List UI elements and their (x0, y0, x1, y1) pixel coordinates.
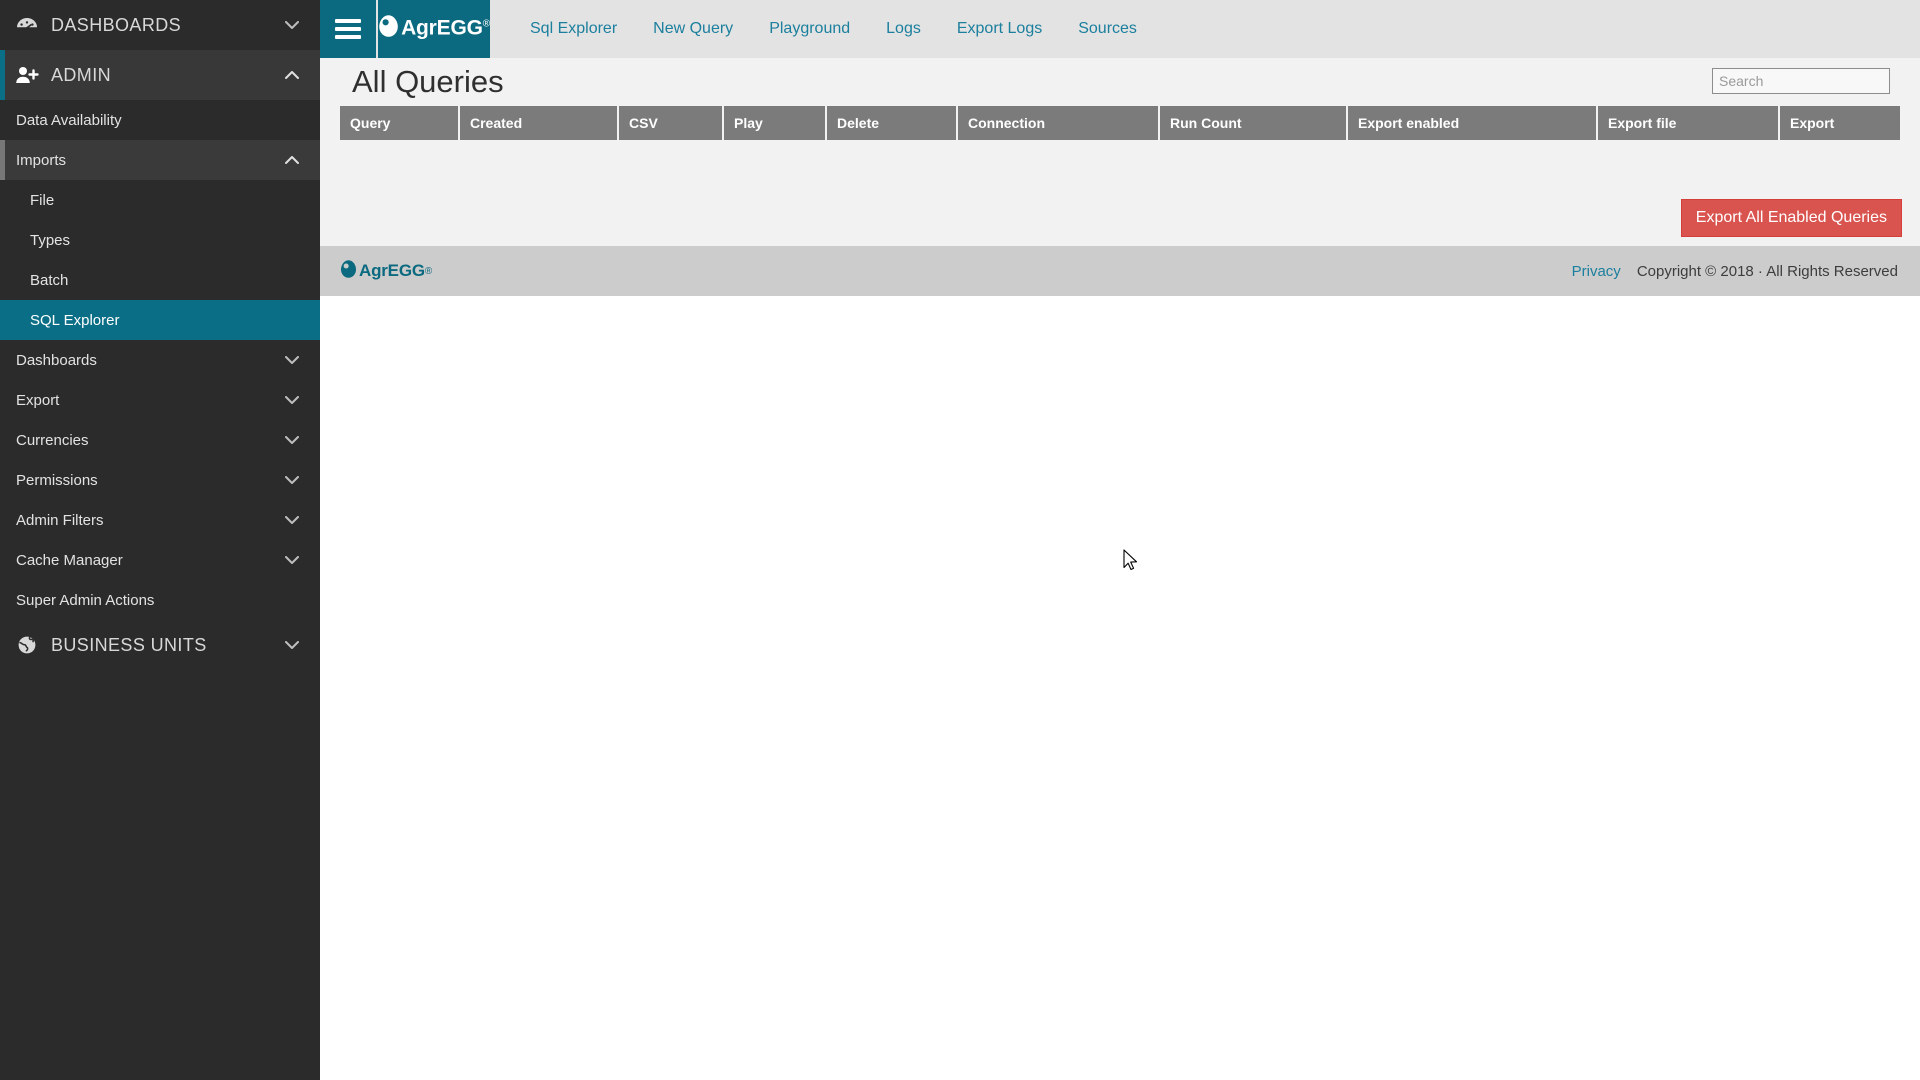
sidebar-item-label: Imports (16, 151, 67, 169)
hamburger-menu-button[interactable] (320, 0, 378, 58)
chevron-down-icon (282, 510, 302, 530)
chevron-down-icon (282, 15, 302, 35)
table-header-row: Query Created CSV Play Delete Connection… (340, 106, 1900, 140)
page-header: All Queries (320, 58, 1920, 106)
footer-registered-mark: ® (424, 265, 433, 277)
sidebar-item-label: Currencies (16, 431, 89, 449)
search-input[interactable] (1712, 68, 1890, 94)
sidebar-subitem-batch[interactable]: Batch (0, 260, 320, 300)
sidebar-section-label: DASHBOARDS (51, 14, 182, 35)
sidebar-section-label: ADMIN (51, 64, 111, 85)
globe-icon (14, 634, 40, 656)
sidebar-item-currencies[interactable]: Currencies (0, 420, 320, 460)
active-section-accent (0, 50, 5, 100)
chevron-up-icon (282, 65, 302, 85)
action-row: Export All Enabled Queries (320, 190, 1920, 246)
dashboard-icon (14, 14, 40, 36)
nav-link-sql-explorer[interactable]: Sql Explorer (512, 0, 635, 58)
sidebar-item-label: Export (16, 391, 60, 409)
main-content: All Queries Query Created CSV Play Delet… (320, 58, 1920, 1080)
page-title: All Queries (352, 64, 504, 99)
sidebar-item-imports[interactable]: Imports (0, 140, 320, 180)
queries-table-body (340, 140, 1900, 190)
footer-privacy-link[interactable]: Privacy (1572, 263, 1621, 280)
chevron-down-icon (282, 635, 302, 655)
brand-name: AgrEGG (401, 16, 483, 40)
sidebar-subitem-types[interactable]: Types (0, 220, 320, 260)
content-pane: All Queries Query Created CSV Play Delet… (320, 58, 1920, 246)
sidebar-section-label: BUSINESS UNITS (51, 634, 207, 655)
footer-copyright: Copyright © 2018 · All Rights Reserved (1636, 262, 1898, 280)
chevron-down-icon (282, 550, 302, 570)
sidebar-subitem-label: Batch (30, 271, 69, 289)
chevron-down-icon (282, 390, 302, 410)
egg-icon (340, 259, 357, 284)
column-header-connection[interactable]: Connection (958, 106, 1158, 140)
sidebar-item-dashboards[interactable]: Dashboards (0, 340, 320, 380)
column-header-export-file[interactable]: Export file (1598, 106, 1778, 140)
column-header-run-count[interactable]: Run Count (1160, 106, 1346, 140)
sidebar-item-label: Data Availability (16, 111, 122, 129)
nav-link-export-logs[interactable]: Export Logs (939, 0, 1060, 58)
footer-brand: AgrEGG ® (340, 259, 432, 284)
brand-logo-button[interactable]: AgrEGG® (378, 0, 490, 58)
nav-link-new-query[interactable]: New Query (635, 0, 751, 58)
sidebar-item-label: Admin Filters (16, 511, 104, 529)
sidebar-item-permissions[interactable]: Permissions (0, 460, 320, 500)
chevron-up-icon (282, 150, 302, 170)
sidebar-section-dashboards[interactable]: DASHBOARDS (0, 0, 320, 50)
column-header-csv[interactable]: CSV (619, 106, 722, 140)
sidebar-subitem-file[interactable]: File (0, 180, 320, 220)
hamburger-icon (335, 15, 361, 43)
queries-table-wrapper: Query Created CSV Play Delete Connection… (320, 106, 1920, 190)
brand-logo: AgrEGG® (378, 14, 490, 44)
nav-link-logs[interactable]: Logs (868, 0, 939, 58)
sidebar-item-data-availability[interactable]: Data Availability (0, 100, 320, 140)
sidebar-subitem-label: SQL Explorer (30, 311, 120, 329)
sidebar-item-super-admin-actions[interactable]: Super Admin Actions (0, 580, 320, 620)
chevron-down-icon (282, 350, 302, 370)
sidebar-item-label: Permissions (16, 471, 98, 489)
brand-registered-mark: ® (482, 18, 490, 30)
queries-table: Query Created CSV Play Delete Connection… (338, 106, 1902, 190)
top-navigation-bar: AgrEGG® Sql Explorer New Query Playgroun… (320, 0, 1920, 58)
sidebar-section-admin[interactable]: ADMIN (0, 50, 320, 100)
sidebar: DASHBOARDS ADMIN Data Availability Impor… (0, 0, 320, 1080)
sidebar-item-export[interactable]: Export (0, 380, 320, 420)
footer-brand-name: AgrEGG (359, 261, 425, 280)
sidebar-subitem-label: File (30, 191, 55, 209)
sidebar-item-label: Super Admin Actions (16, 591, 155, 609)
nav-link-playground[interactable]: Playground (751, 0, 868, 58)
user-add-icon (14, 64, 40, 86)
page-footer: AgrEGG ® Privacy Copyright © 2018 · All R… (320, 246, 1920, 296)
export-all-enabled-queries-button[interactable]: Export All Enabled Queries (1680, 199, 1902, 237)
chevron-down-icon (282, 470, 302, 490)
nav-links: Sql Explorer New Query Playground Logs E… (490, 0, 1155, 58)
sidebar-item-admin-filters[interactable]: Admin Filters (0, 500, 320, 540)
column-header-created[interactable]: Created (460, 106, 617, 140)
column-header-query[interactable]: Query (340, 106, 458, 140)
sidebar-subitem-label: Types (30, 231, 71, 249)
sidebar-item-cache-manager[interactable]: Cache Manager (0, 540, 320, 580)
column-header-play[interactable]: Play (724, 106, 825, 140)
chevron-down-icon (282, 430, 302, 450)
sidebar-item-label: Dashboards (16, 351, 97, 369)
application-window: DASHBOARDS ADMIN Data Availability Impor… (0, 0, 1920, 1080)
sidebar-section-business-units[interactable]: BUSINESS UNITS (0, 620, 320, 670)
footer-right: Privacy Copyright © 2018 · All Rights Re… (1572, 263, 1898, 280)
column-header-delete[interactable]: Delete (827, 106, 956, 140)
column-header-export-enabled[interactable]: Export enabled (1348, 106, 1596, 140)
egg-icon (378, 14, 399, 44)
sidebar-item-label: Cache Manager (16, 551, 123, 569)
queries-table-head: Query Created CSV Play Delete Connection… (340, 106, 1900, 140)
expanded-item-accent (0, 140, 5, 180)
nav-link-sources[interactable]: Sources (1060, 0, 1155, 58)
sidebar-subitem-sql-explorer[interactable]: SQL Explorer (0, 300, 320, 340)
column-header-export[interactable]: Export (1780, 106, 1900, 140)
